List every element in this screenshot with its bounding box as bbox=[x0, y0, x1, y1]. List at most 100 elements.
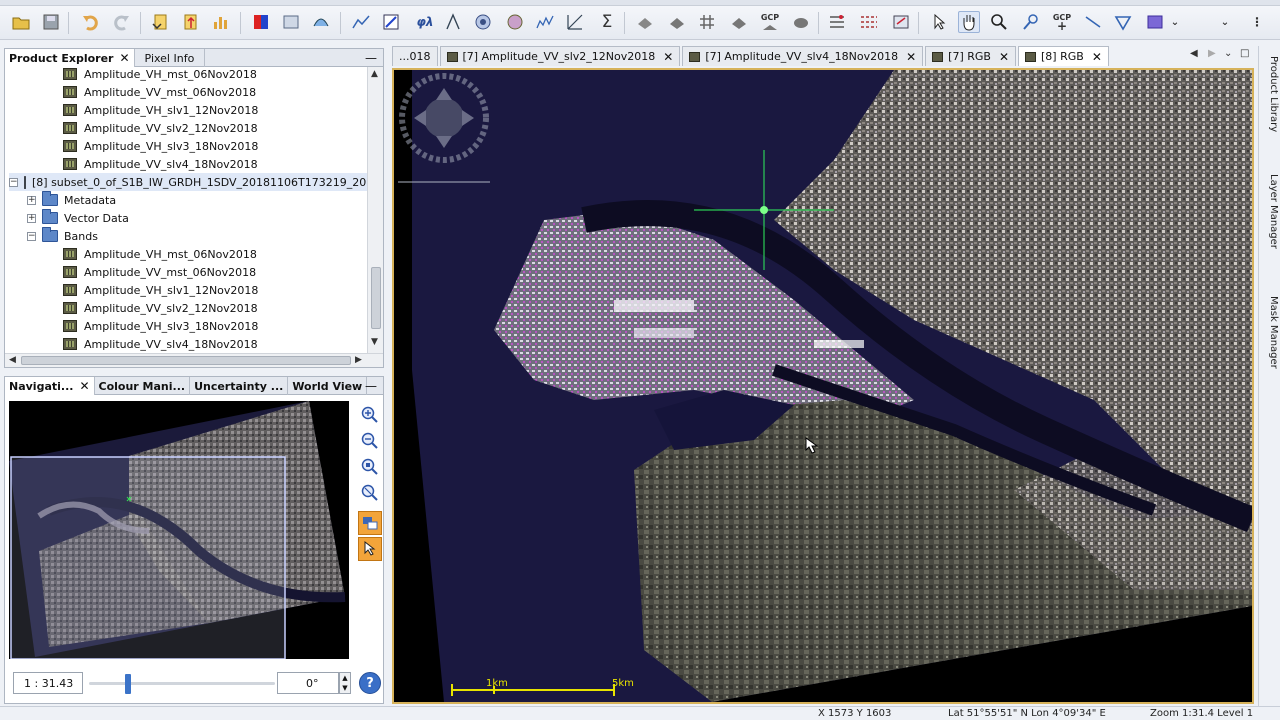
rotation-angle-field[interactable]: 0° bbox=[277, 672, 339, 694]
gcp-manager-icon[interactable] bbox=[890, 11, 912, 33]
zoom-scale-field[interactable]: 1 : 31.43 bbox=[13, 672, 83, 694]
close-icon[interactable]: ✕ bbox=[906, 50, 916, 64]
collapse-icon[interactable]: − bbox=[27, 231, 36, 241]
close-icon[interactable]: ✕ bbox=[119, 51, 129, 65]
export-raster-icon[interactable] bbox=[180, 11, 202, 33]
maximize-icon[interactable]: □ bbox=[1240, 48, 1249, 59]
scrollbar-thumb[interactable] bbox=[21, 356, 351, 365]
statistics-icon[interactable] bbox=[534, 11, 556, 33]
line-tool-icon[interactable] bbox=[1082, 11, 1104, 33]
product-library-tab[interactable]: Product Library bbox=[1261, 56, 1279, 132]
sync-views-icon[interactable] bbox=[358, 511, 382, 535]
tree-product-node[interactable]: − [8] subset_0_of_S1B_IW_GRDH_1SDV_201811… bbox=[9, 173, 371, 191]
navigation-overview-image[interactable] bbox=[9, 401, 349, 659]
zoom-pixel-icon[interactable] bbox=[358, 455, 382, 479]
rectangle-tool-icon[interactable] bbox=[1144, 11, 1166, 33]
polygon-tool-icon[interactable] bbox=[1112, 11, 1134, 33]
tab-world-view[interactable]: World View bbox=[288, 377, 368, 395]
close-icon[interactable]: ✕ bbox=[79, 379, 89, 393]
tab-product-explorer[interactable]: Product Explorer ✕ bbox=[5, 49, 135, 67]
bar-chart-tool-icon[interactable] bbox=[210, 11, 232, 33]
pin-tool-icon[interactable] bbox=[826, 11, 848, 33]
tree-band-item[interactable]: Amplitude_VV_slv2_12Nov2018 bbox=[63, 299, 258, 317]
tree-vertical-scrollbar[interactable]: ▲ ▼ bbox=[367, 67, 383, 353]
histogram-icon[interactable] bbox=[472, 11, 494, 33]
grid-icon[interactable] bbox=[696, 11, 718, 33]
rgb-image-icon[interactable] bbox=[250, 11, 272, 33]
range-finder-icon[interactable]: GCP + bbox=[1048, 11, 1076, 33]
layer-a-icon[interactable] bbox=[634, 11, 656, 33]
angle-stepper[interactable]: ▲ ▼ bbox=[339, 672, 351, 694]
layer-manager-tab[interactable]: Layer Manager bbox=[1261, 174, 1279, 249]
gcp-tool-icon[interactable]: GCP bbox=[756, 11, 784, 33]
tree-band-item[interactable]: Amplitude_VV_mst_06Nov2018 bbox=[63, 83, 256, 101]
tab-uncertainty[interactable]: Uncertainty ... bbox=[190, 377, 289, 395]
math-tool-icon[interactable] bbox=[380, 11, 402, 33]
minimize-icon[interactable]: — bbox=[365, 51, 377, 65]
zoom-slider[interactable] bbox=[89, 682, 275, 685]
toolbar-overflow-icon[interactable]: ⋮ bbox=[1250, 11, 1264, 33]
tree-band-item[interactable]: Amplitude_VH_slv3_18Nov2018 bbox=[63, 137, 258, 155]
pin-placing-icon[interactable] bbox=[1020, 11, 1042, 33]
pan-tool-icon[interactable] bbox=[958, 11, 980, 33]
tree-band-item[interactable]: Amplitude_VV_slv4_18Nov2018 bbox=[63, 155, 258, 173]
tab-colour-manipulation[interactable]: Colour Mani... bbox=[95, 377, 191, 395]
expand-icon[interactable]: + bbox=[27, 213, 36, 223]
time-series-icon[interactable] bbox=[442, 11, 464, 33]
tree-horizontal-scrollbar[interactable]: ◀ ▶ bbox=[5, 353, 383, 367]
trend-icon[interactable] bbox=[564, 11, 586, 33]
minimize-icon[interactable]: — bbox=[365, 379, 377, 393]
collapse-icon[interactable]: − bbox=[9, 177, 18, 187]
tree-band-item[interactable]: Amplitude_VH_slv3_18Nov2018 bbox=[63, 317, 258, 335]
tree-band-item[interactable]: Amplitude_VH_slv1_12Nov2018 bbox=[63, 101, 258, 119]
doc-tab-amplitude-vv-slv2[interactable]: [7] Amplitude_VV_slv2_12Nov2018 ✕ bbox=[439, 46, 681, 66]
zoom-tool-icon[interactable] bbox=[988, 11, 1010, 33]
redo-icon[interactable] bbox=[110, 11, 132, 33]
tree-band-item[interactable]: Amplitude_VV_slv4_18Nov2018 bbox=[63, 335, 258, 353]
layer-c-icon[interactable] bbox=[728, 11, 750, 33]
doc-tab-8-rgb[interactable]: [8] RGB ✕ bbox=[1018, 46, 1109, 66]
doc-tab-amplitude-vv-slv4[interactable]: [7] Amplitude_VV_slv4_18Nov2018 ✕ bbox=[682, 46, 924, 66]
import-raster-icon[interactable] bbox=[150, 11, 172, 33]
tree-band-item[interactable]: Amplitude_VV_mst_06Nov2018 bbox=[63, 263, 256, 281]
tab-navigation[interactable]: Navigati... ✕ bbox=[5, 377, 95, 395]
sigma-icon[interactable]: Σ bbox=[596, 11, 618, 33]
tree-band-item[interactable]: Amplitude_VH_slv1_12Nov2018 bbox=[63, 281, 258, 299]
function-tool-icon[interactable]: φλ bbox=[412, 11, 438, 33]
tree-band-item[interactable]: Amplitude_VV_slv2_12Nov2018 bbox=[63, 119, 258, 137]
image-view[interactable]: 1km 5km bbox=[392, 68, 1254, 704]
band-maths-icon[interactable] bbox=[280, 11, 302, 33]
tree-band-item[interactable]: Amplitude_VH_mst_06Nov2018 bbox=[63, 245, 257, 263]
spectral-tool-icon[interactable] bbox=[350, 11, 372, 33]
zoom-all-icon[interactable] bbox=[358, 481, 382, 505]
zoom-slider-knob[interactable] bbox=[125, 674, 131, 694]
open-product-icon[interactable] bbox=[10, 11, 32, 33]
close-icon[interactable]: ✕ bbox=[663, 50, 673, 64]
doc-tab-7-rgb[interactable]: [7] RGB ✕ bbox=[925, 46, 1017, 66]
tree-folder-bands[interactable]: − Bands bbox=[27, 227, 98, 245]
graph-builder-icon[interactable] bbox=[310, 11, 332, 33]
tree-folder-vector-data[interactable]: + Vector Data bbox=[27, 209, 129, 227]
help-button[interactable]: ? bbox=[359, 672, 381, 694]
sync-cursor-icon[interactable] bbox=[358, 537, 382, 561]
chevron-down-icon[interactable]: ⌄ bbox=[1218, 11, 1232, 33]
chevron-down-icon[interactable]: ⌄ bbox=[1168, 11, 1182, 33]
shape-tool-icon[interactable] bbox=[790, 11, 812, 33]
close-icon[interactable]: ✕ bbox=[999, 50, 1009, 64]
layer-b-icon[interactable] bbox=[666, 11, 688, 33]
mask-manager-tab[interactable]: Mask Manager bbox=[1261, 296, 1279, 369]
zoom-out-icon[interactable] bbox=[358, 429, 382, 453]
select-tool-icon[interactable] bbox=[928, 11, 950, 33]
expand-icon[interactable]: + bbox=[27, 195, 36, 205]
doc-tab-overflow[interactable]: ...018 bbox=[392, 46, 438, 66]
tab-scroll-right-icon[interactable]: ▶ bbox=[1208, 48, 1216, 59]
zoom-in-icon[interactable] bbox=[358, 403, 382, 427]
tab-pixel-info[interactable]: Pixel Info bbox=[135, 49, 206, 67]
undo-icon[interactable] bbox=[80, 11, 102, 33]
scrollbar-thumb[interactable] bbox=[371, 267, 381, 329]
scatter-icon[interactable] bbox=[504, 11, 526, 33]
tab-scroll-left-icon[interactable]: ◀ bbox=[1190, 48, 1198, 59]
tree-band-item[interactable]: Amplitude_VH_mst_06Nov2018 bbox=[63, 67, 257, 83]
tab-list-icon[interactable]: ⌄ bbox=[1224, 48, 1232, 59]
save-product-icon[interactable] bbox=[40, 11, 62, 33]
